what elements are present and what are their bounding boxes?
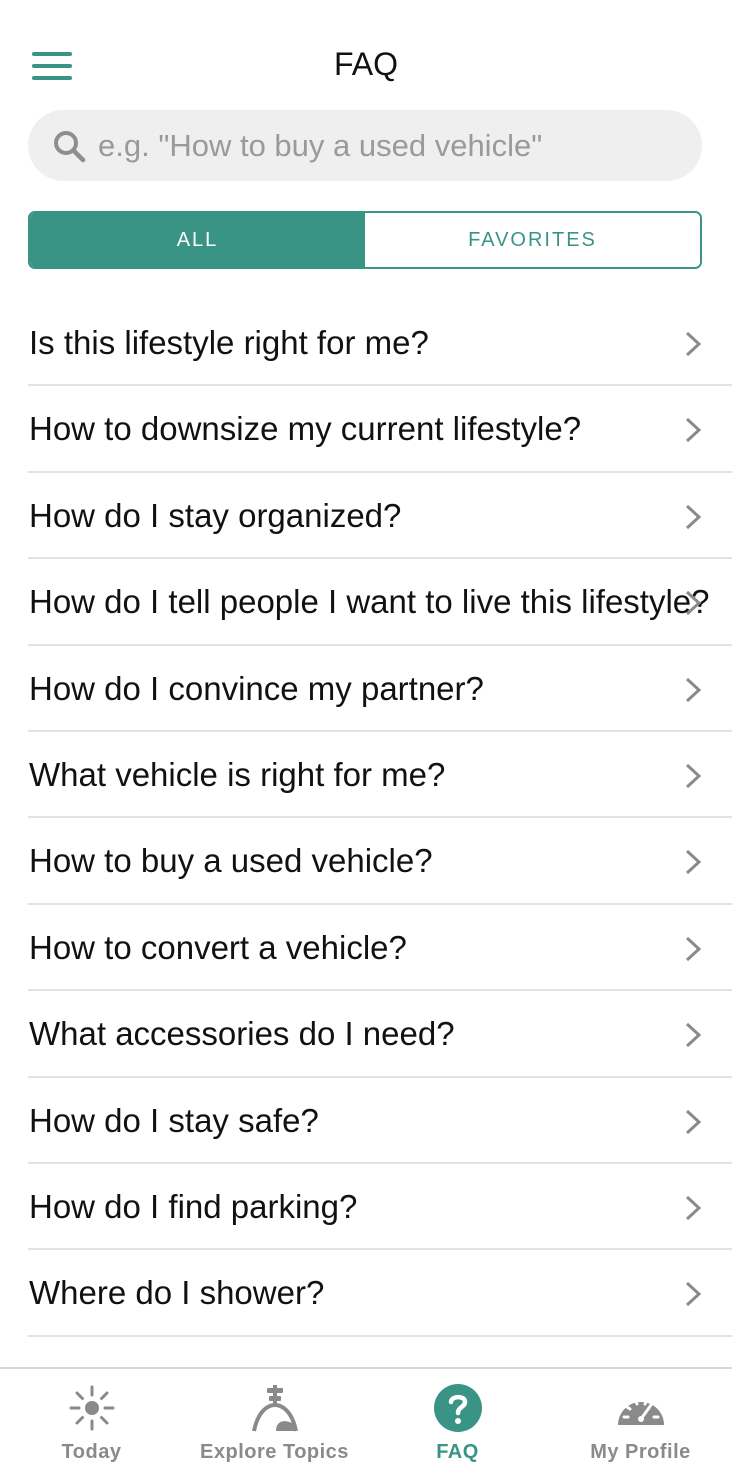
faq-item[interactable]: What accessories do I need? (0, 991, 732, 1078)
faq-item-label: How to convert a vehicle? (29, 928, 407, 966)
segmented-control: ALL FAVORITES (28, 211, 702, 269)
chevron-right-icon (685, 1195, 702, 1221)
faq-item[interactable]: How to downsize my current lifestyle? (0, 386, 732, 474)
faq-item[interactable]: How do I tell people I want to live this… (0, 559, 732, 646)
chevron-right-icon (685, 1023, 702, 1048)
tab-all[interactable]: ALL (30, 213, 365, 267)
tab-label: Explore Topics (200, 1441, 349, 1463)
faq-item[interactable]: How do I find parking? (0, 1164, 732, 1251)
header: FAQ (0, 0, 732, 110)
chevron-right-icon (685, 331, 702, 357)
search-bar[interactable] (28, 110, 702, 181)
faq-list: Is this lifestyle right for me? How to d… (0, 300, 732, 1338)
faq-item[interactable]: How to buy a used vehicle? (0, 818, 732, 906)
faq-item-label: How do I stay safe? (29, 1101, 319, 1139)
faq-item-label: Is this lifestyle right for me? (29, 324, 429, 361)
faq-item[interactable]: How to convert a vehicle? (0, 905, 732, 992)
faq-item[interactable]: How do I convince my partner? (0, 646, 732, 733)
chevron-right-icon (685, 1282, 702, 1307)
faq-item-label: How to downsize my current lifestyle? (29, 410, 582, 448)
page-title: FAQ (333, 46, 398, 82)
faq-item[interactable]: Where do I shower? (0, 1250, 732, 1338)
chevron-right-icon (685, 1109, 702, 1134)
tab-favorites[interactable]: FAVORITES (365, 213, 700, 267)
faq-item-label: How to buy a used vehicle? (29, 842, 433, 880)
tab-label: Today (61, 1441, 122, 1463)
sun-icon (69, 1385, 114, 1431)
tab-explore-topics[interactable]: Explore Topics (183, 1369, 366, 1480)
search-icon (54, 130, 86, 162)
faq-item[interactable]: Is this lifestyle right for me? (0, 300, 732, 387)
tab-label: My Profile (590, 1441, 691, 1463)
faq-item[interactable]: How do I stay organized? (0, 473, 732, 560)
faq-item-label: How do I convince my partner? (29, 669, 484, 707)
chevron-right-icon (685, 763, 702, 789)
chevron-right-icon (685, 936, 702, 961)
faq-item[interactable]: What vehicle is right for me? (0, 732, 732, 819)
faq-item-label: Where do I shower? (29, 1274, 325, 1312)
tab-bar: Today Explore Topics FAQ My Profile (0, 1367, 732, 1480)
chevron-right-icon (685, 504, 702, 529)
signpost-icon (251, 1385, 298, 1432)
tab-label: FAQ (436, 1441, 479, 1463)
tab-today[interactable]: Today (0, 1369, 183, 1480)
chevron-right-icon (685, 850, 702, 875)
search-input[interactable] (98, 127, 688, 164)
faq-item[interactable]: How do I stay safe? (0, 1078, 732, 1165)
faq-item-label: What accessories do I need? (29, 1015, 455, 1053)
faq-item-label: How do I stay organized? (29, 496, 402, 534)
faq-item-label: How do I tell people I want to live this… (29, 583, 710, 621)
chevron-right-icon (685, 591, 702, 616)
tab-my-profile[interactable]: My Profile (549, 1369, 732, 1480)
faq-item-label: What vehicle is right for me? (29, 755, 446, 793)
chevron-right-icon (685, 418, 702, 443)
question-circle-icon (433, 1384, 482, 1432)
chevron-right-icon (685, 677, 702, 702)
faq-item-label: How do I find parking? (29, 1187, 358, 1225)
tab-faq[interactable]: FAQ (366, 1369, 549, 1480)
speedometer-icon (617, 1398, 664, 1425)
